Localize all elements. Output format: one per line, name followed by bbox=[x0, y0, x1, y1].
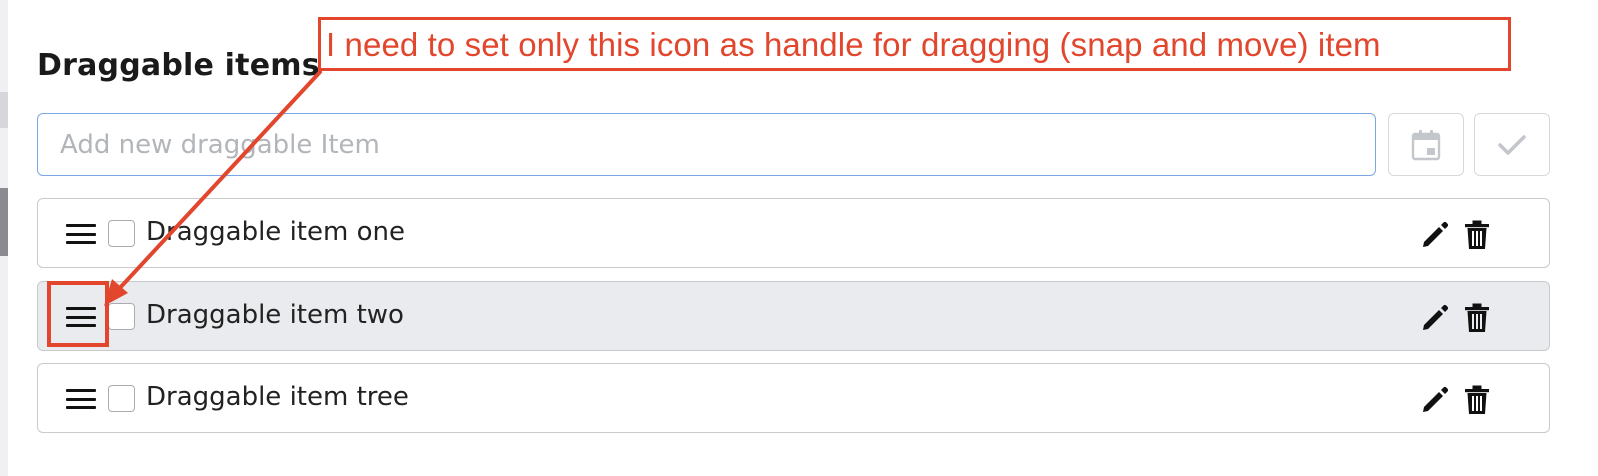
edge-notch bbox=[0, 188, 8, 256]
drag-handle-icon[interactable] bbox=[66, 389, 96, 409]
item-checkbox[interactable] bbox=[108, 385, 135, 412]
date-button[interactable] bbox=[1388, 113, 1464, 176]
trash-icon[interactable] bbox=[1464, 220, 1490, 250]
pencil-icon[interactable] bbox=[1420, 220, 1450, 250]
item-label: Draggable item one bbox=[146, 217, 405, 247]
item-label: Draggable item tree bbox=[146, 382, 409, 412]
new-item-input[interactable] bbox=[37, 113, 1376, 176]
confirm-add-button[interactable] bbox=[1474, 113, 1550, 176]
panel-title: Draggable items bbox=[37, 48, 320, 83]
annotation-callout: I need to set only this icon as handle f… bbox=[318, 17, 1511, 71]
item-label: Draggable item two bbox=[146, 300, 404, 330]
calendar-icon bbox=[1411, 129, 1441, 160]
edge-notch bbox=[0, 92, 8, 128]
checkmark-icon bbox=[1498, 134, 1526, 155]
trash-icon[interactable] bbox=[1464, 303, 1490, 333]
list-item[interactable]: Draggable item one bbox=[37, 198, 1550, 268]
pencil-icon[interactable] bbox=[1420, 303, 1450, 333]
left-window-edge bbox=[0, 0, 8, 476]
drag-handle-icon[interactable] bbox=[66, 224, 96, 244]
pencil-icon[interactable] bbox=[1420, 385, 1450, 415]
trash-icon[interactable] bbox=[1464, 385, 1490, 415]
list-item[interactable]: Draggable item tree bbox=[37, 363, 1550, 433]
list-item[interactable]: Draggable item two bbox=[37, 281, 1550, 351]
annotation-text: I need to set only this icon as handle f… bbox=[326, 26, 1381, 63]
item-checkbox[interactable] bbox=[108, 303, 135, 330]
annotation-highlight-box bbox=[47, 281, 109, 347]
item-checkbox[interactable] bbox=[108, 220, 135, 247]
